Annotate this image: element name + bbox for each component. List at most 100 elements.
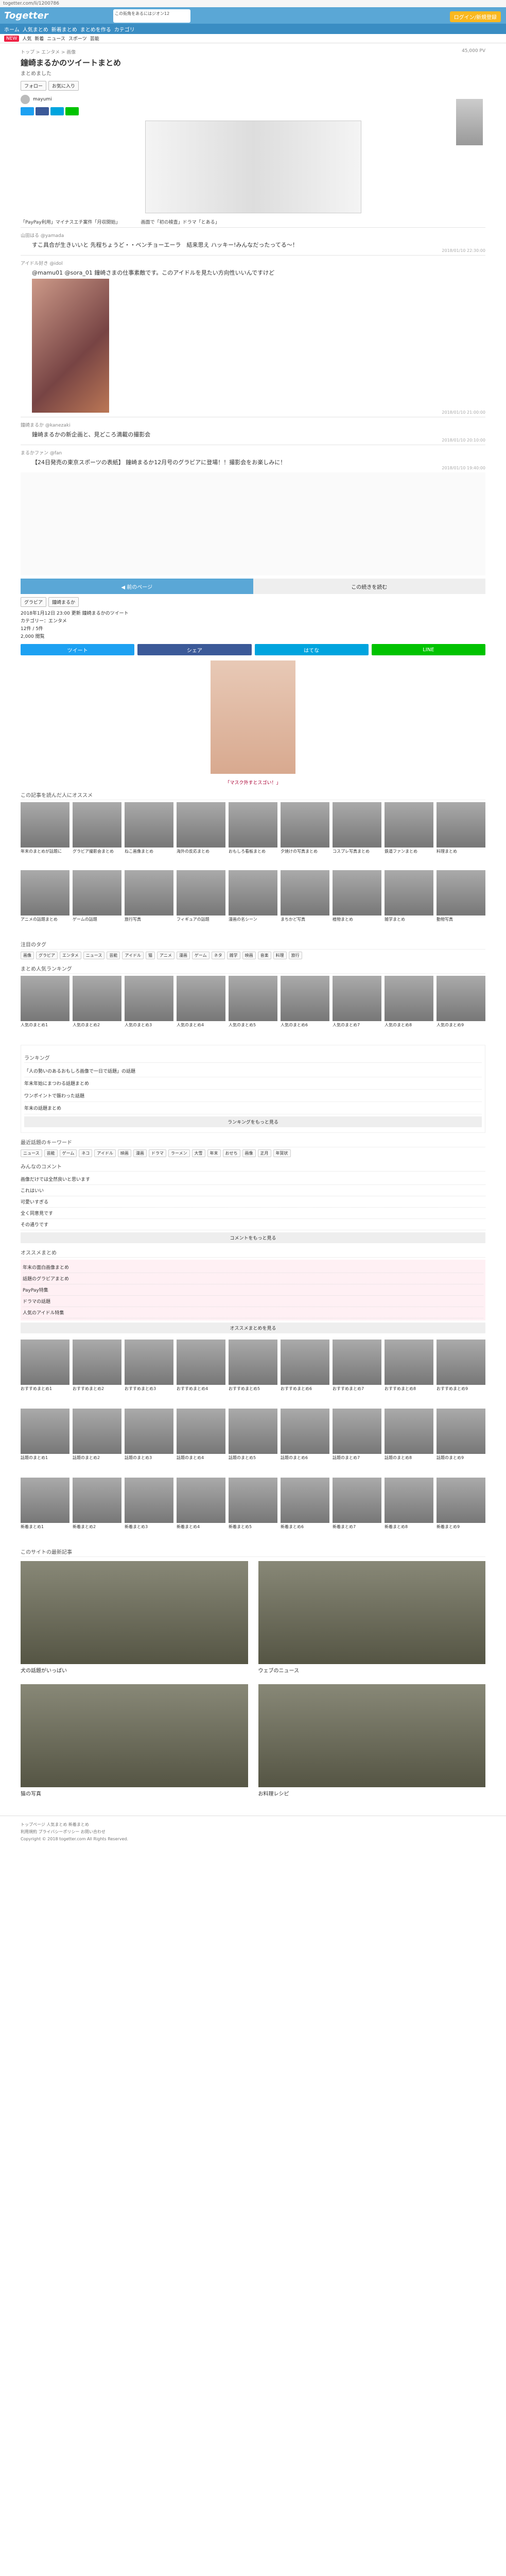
- tag-chip[interactable]: 雑学: [226, 952, 240, 959]
- card[interactable]: 話題のまとめ2: [73, 1409, 121, 1473]
- card-title[interactable]: 雑学まとめ: [385, 917, 433, 935]
- card-thumbnail[interactable]: [229, 870, 277, 916]
- keyword-chip[interactable]: ラーメン: [168, 1149, 190, 1157]
- tag-chip[interactable]: グラビア: [36, 952, 58, 959]
- card[interactable]: おすすめまとめ3: [125, 1340, 173, 1404]
- card[interactable]: アニメの話題まとめ: [21, 870, 69, 935]
- feed-item[interactable]: お料理レシピ: [258, 1684, 486, 1797]
- card-thumbnail[interactable]: [125, 802, 173, 848]
- card-thumbnail[interactable]: [125, 1409, 173, 1454]
- card-thumbnail[interactable]: [281, 1340, 329, 1385]
- footer-links[interactable]: トップページ 人気まとめ 新着まとめ: [21, 1821, 485, 1828]
- tweet-photo[interactable]: [32, 279, 109, 413]
- card-thumbnail[interactable]: [229, 1478, 277, 1523]
- card-thumbnail[interactable]: [437, 976, 485, 1021]
- card-title[interactable]: 夕焼けの写真まとめ: [281, 849, 329, 867]
- card-thumbnail[interactable]: [21, 802, 69, 848]
- tag-chip[interactable]: エンタメ: [60, 952, 81, 959]
- card[interactable]: 雑学まとめ: [385, 870, 433, 935]
- card[interactable]: おすすめまとめ5: [229, 1340, 277, 1404]
- card-thumbnail[interactable]: [177, 1340, 225, 1385]
- tag-link[interactable]: グラビア: [21, 597, 47, 607]
- twitter-icon[interactable]: [21, 107, 34, 115]
- comment-item[interactable]: 画像だけでは全然良いと思います: [21, 1174, 485, 1185]
- card-thumbnail[interactable]: [177, 870, 225, 916]
- card-thumbnail[interactable]: [21, 870, 69, 916]
- card[interactable]: ねこ画像まとめ: [125, 802, 173, 867]
- card-title[interactable]: 人気のまとめ4: [177, 1022, 225, 1041]
- card[interactable]: 海外の反応まとめ: [177, 802, 225, 867]
- ranking-more-button[interactable]: ランキングをもっと見る: [24, 1116, 482, 1127]
- recommend-item[interactable]: 年末の面白画像まとめ: [23, 1262, 483, 1273]
- card[interactable]: 漫画の名シーン: [229, 870, 277, 935]
- manga-ad-image[interactable]: [145, 121, 361, 213]
- tag-chip[interactable]: 画像: [21, 952, 34, 959]
- card[interactable]: 年末のまとめが話題に: [21, 802, 69, 867]
- author-name[interactable]: mayumi: [33, 97, 52, 102]
- card[interactable]: 新着まとめ5: [229, 1478, 277, 1543]
- card[interactable]: 人気のまとめ7: [333, 976, 381, 1041]
- card-thumbnail[interactable]: [73, 870, 121, 916]
- card-title[interactable]: ゲームの話題: [73, 917, 121, 935]
- card-thumbnail[interactable]: [21, 1409, 69, 1454]
- card-title[interactable]: 人気のまとめ2: [73, 1022, 121, 1041]
- card-title[interactable]: 新着まとめ9: [437, 1524, 485, 1543]
- card-thumbnail[interactable]: [281, 976, 329, 1021]
- card-thumbnail[interactable]: [229, 802, 277, 848]
- tag-chip[interactable]: 猫: [145, 952, 155, 959]
- card-title[interactable]: 人気のまとめ8: [385, 1022, 433, 1041]
- card-title[interactable]: 新着まとめ4: [177, 1524, 225, 1543]
- tag-chip[interactable]: アニメ: [156, 952, 175, 959]
- card-thumbnail[interactable]: [437, 870, 485, 916]
- feed-caption[interactable]: お料理レシピ: [258, 1789, 486, 1797]
- keyword-chip[interactable]: ニュース: [21, 1149, 42, 1157]
- card[interactable]: 新着まとめ2: [73, 1478, 121, 1543]
- nav-item[interactable]: 人気まとめ: [23, 25, 48, 33]
- tweet-date[interactable]: 2018/01/10 21:00:00: [442, 410, 485, 415]
- card-title[interactable]: おすすめまとめ8: [385, 1386, 433, 1404]
- card-thumbnail[interactable]: [125, 870, 173, 916]
- card[interactable]: フィギュアの話題: [177, 870, 225, 935]
- card-title[interactable]: 人気のまとめ3: [125, 1022, 173, 1041]
- card-thumbnail[interactable]: [281, 870, 329, 916]
- card-thumbnail[interactable]: [333, 870, 381, 916]
- card[interactable]: 人気のまとめ1: [21, 976, 69, 1041]
- feed-item[interactable]: ウェブのニュース: [258, 1561, 485, 1674]
- card-title[interactable]: 新着まとめ7: [333, 1524, 381, 1543]
- card-thumbnail[interactable]: [73, 1409, 121, 1454]
- card-thumbnail[interactable]: [385, 1478, 433, 1523]
- card-title[interactable]: ねこ画像まとめ: [125, 849, 173, 867]
- tag-chip[interactable]: ネタ: [211, 952, 225, 959]
- tweet-button[interactable]: ツイート: [21, 644, 135, 655]
- card-title[interactable]: おすすめまとめ9: [437, 1386, 485, 1404]
- card[interactable]: 話題のまとめ4: [177, 1409, 225, 1473]
- card-title[interactable]: 新着まとめ2: [73, 1524, 121, 1543]
- keyword-chip[interactable]: ネコ: [79, 1149, 93, 1157]
- card-title[interactable]: おすすめまとめ4: [177, 1386, 225, 1404]
- recommend-item[interactable]: 人気のアイドル特集: [23, 1307, 483, 1318]
- ranking-item[interactable]: 「人の勢いのあるおもしろ画像で一日で話題」の話題: [24, 1065, 482, 1077]
- feed-image[interactable]: [258, 1561, 485, 1664]
- login-button[interactable]: ログイン/新規登録: [449, 11, 501, 22]
- nav-item[interactable]: ホーム: [4, 25, 20, 33]
- card-thumbnail[interactable]: [385, 1409, 433, 1454]
- facebook-share-button[interactable]: シェア: [137, 644, 252, 655]
- card-thumbnail[interactable]: [21, 1478, 69, 1523]
- ad-banner-image[interactable]: [211, 660, 295, 774]
- keyword-chip[interactable]: アイドル: [94, 1149, 116, 1157]
- card[interactable]: 人気のまとめ2: [73, 976, 121, 1041]
- card-thumbnail[interactable]: [333, 802, 381, 848]
- card-thumbnail[interactable]: [385, 1340, 433, 1385]
- line-button[interactable]: LINE: [371, 644, 485, 655]
- card[interactable]: 人気のまとめ5: [229, 976, 277, 1041]
- card[interactable]: 料理まとめ: [437, 802, 485, 867]
- card-thumbnail[interactable]: [177, 1478, 225, 1523]
- card[interactable]: 人気のまとめ9: [437, 976, 485, 1041]
- ad-link[interactable]: 「PayPay利用」マイナスエチ案件「月収開始」: [21, 218, 120, 225]
- keyword-chip[interactable]: ドラマ: [148, 1149, 166, 1157]
- keyword-chip[interactable]: 年末: [207, 1149, 221, 1157]
- card[interactable]: おすすめまとめ4: [177, 1340, 225, 1404]
- card[interactable]: まちかど写真: [281, 870, 329, 935]
- card-thumbnail[interactable]: [73, 1340, 121, 1385]
- keyword-chip[interactable]: 芸能: [44, 1149, 58, 1157]
